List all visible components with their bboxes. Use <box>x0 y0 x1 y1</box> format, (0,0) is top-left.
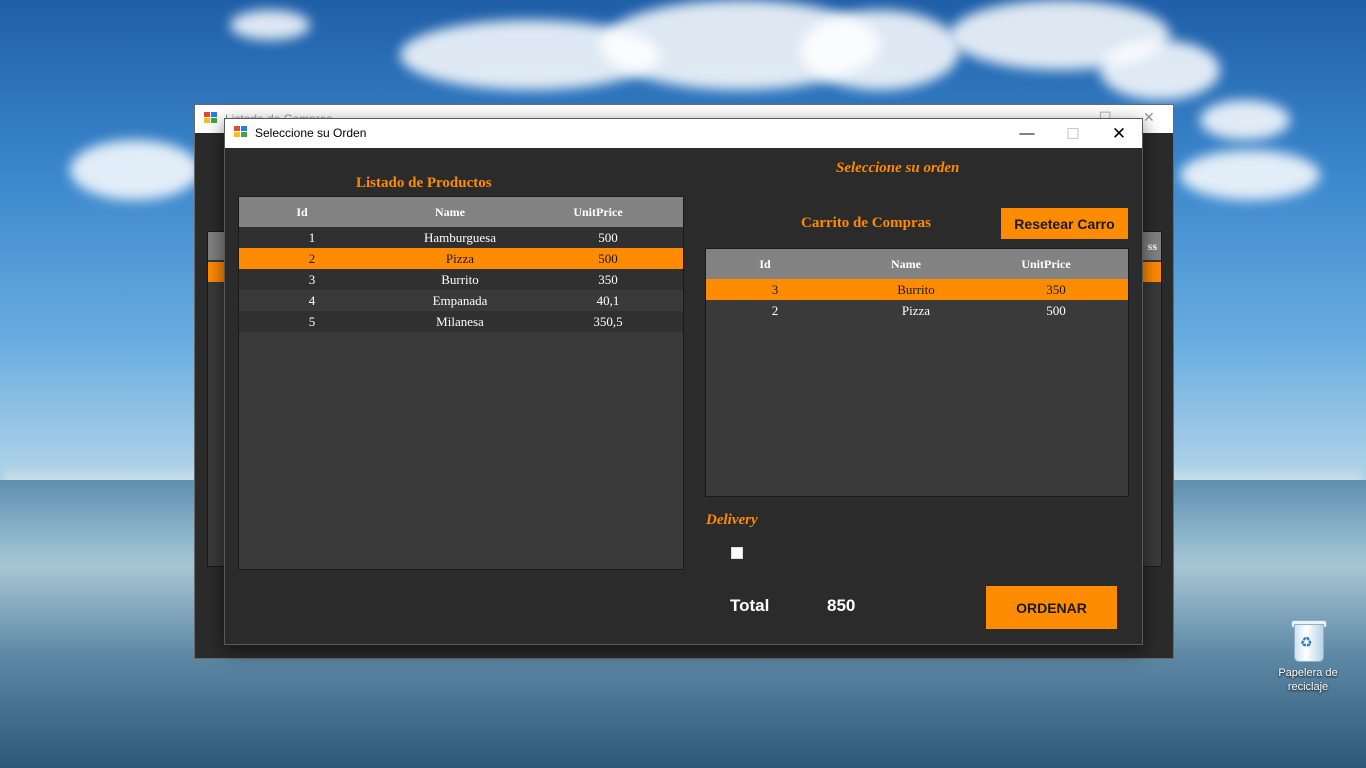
total-label: Total <box>730 596 770 615</box>
products-grid-header: Id Name UnitPrice <box>239 197 683 227</box>
table-cell-name: Hamburguesa <box>424 230 496 245</box>
table-cell-name: Burrito <box>897 282 935 297</box>
table-cell-price: 40,1 <box>596 293 620 308</box>
column-header-name[interactable]: Name <box>891 257 921 272</box>
order-heading: Seleccione su orden <box>836 160 960 176</box>
column-header-id[interactable]: Id <box>296 205 307 220</box>
table-row[interactable]: 2 Pizza 500 <box>706 300 1128 321</box>
column-header-unitprice[interactable]: UnitPrice <box>1021 257 1070 272</box>
table-cell-id: 3 <box>771 282 779 297</box>
table-cell-name: Pizza <box>901 303 931 318</box>
table-cell-name: Burrito <box>441 272 479 287</box>
products-grid[interactable]: Id Name UnitPrice 1 Hamburguesa 500 2 Pizza 5… <box>238 196 684 570</box>
recycle-bin[interactable]: ♻ Papelera de reciclaje <box>1272 618 1344 694</box>
products-title: Listado de Productos <box>356 175 492 191</box>
table-cell-name: Pizza <box>445 251 475 266</box>
table-cell-price: 350,5 <box>593 314 623 329</box>
maximize-button[interactable]: ☐ <box>1050 119 1096 148</box>
reset-cart-button[interactable]: Resetear Carro <box>1001 208 1128 239</box>
total-value: 850 <box>827 596 856 615</box>
table-row[interactable]: 4 Empanada 40,1 <box>239 290 683 311</box>
column-header-name[interactable]: Name <box>435 205 465 220</box>
table-cell-price: 500 <box>598 230 618 245</box>
app-icon <box>204 112 218 125</box>
order-button[interactable]: ORDENAR <box>986 586 1117 629</box>
table-cell-name: Milanesa <box>436 314 484 329</box>
dialog-titlebar[interactable]: Seleccione su Orden — ☐ ✕ <box>225 119 1142 148</box>
table-cell-id: 4 <box>308 293 316 308</box>
table-row[interactable]: 2 Pizza 500 <box>239 248 683 269</box>
table-cell-id: 1 <box>308 230 316 245</box>
table-cell-id: 5 <box>308 314 316 329</box>
table-cell-price: 350 <box>598 272 618 287</box>
table-row[interactable]: 3 Burrito 350 <box>706 279 1128 300</box>
table-row[interactable]: 3 Burrito 350 <box>239 269 683 290</box>
recycle-bin-label-line1: Papelera de <box>1278 667 1338 679</box>
delivery-label: Delivery <box>706 512 758 528</box>
close-button[interactable]: ✕ <box>1096 119 1142 148</box>
cart-grid-header: Id Name UnitPrice <box>706 249 1128 279</box>
order-dialog: Seleccione su Orden — ☐ ✕ Listado de Pro… <box>224 118 1143 645</box>
minimize-button[interactable]: — <box>1004 119 1050 148</box>
table-row[interactable]: 5 Milanesa 350,5 <box>239 311 683 332</box>
cart-grid[interactable]: Id Name UnitPrice 3 Burrito 350 2 Pizza 500 <box>705 248 1129 497</box>
cart-title: Carrito de Compras <box>801 215 931 231</box>
table-cell-price: 500 <box>598 251 618 266</box>
dialog-title: Seleccione su Orden <box>255 126 367 140</box>
table-cell-id: 2 <box>771 303 779 318</box>
table-cell-id: 2 <box>308 251 316 266</box>
recycle-bin-icon: ♻ <box>1290 618 1327 662</box>
parent-close-icon[interactable]: ✕ <box>1143 109 1155 126</box>
table-cell-id: 3 <box>308 272 316 287</box>
table-cell-price: 350 <box>1046 282 1066 297</box>
table-cell-price: 500 <box>1046 303 1066 318</box>
column-header-unitprice[interactable]: UnitPrice <box>573 205 622 220</box>
table-cell-name: Empanada <box>432 293 488 308</box>
delivery-checkbox[interactable] <box>731 547 743 559</box>
column-header-id[interactable]: Id <box>759 257 770 272</box>
app-icon <box>234 126 248 139</box>
parent-grid-header-fragment: ss <box>1147 239 1157 253</box>
table-row[interactable]: 1 Hamburguesa 500 <box>239 227 683 248</box>
recycle-bin-label-line2: reciclaje <box>1287 681 1329 693</box>
